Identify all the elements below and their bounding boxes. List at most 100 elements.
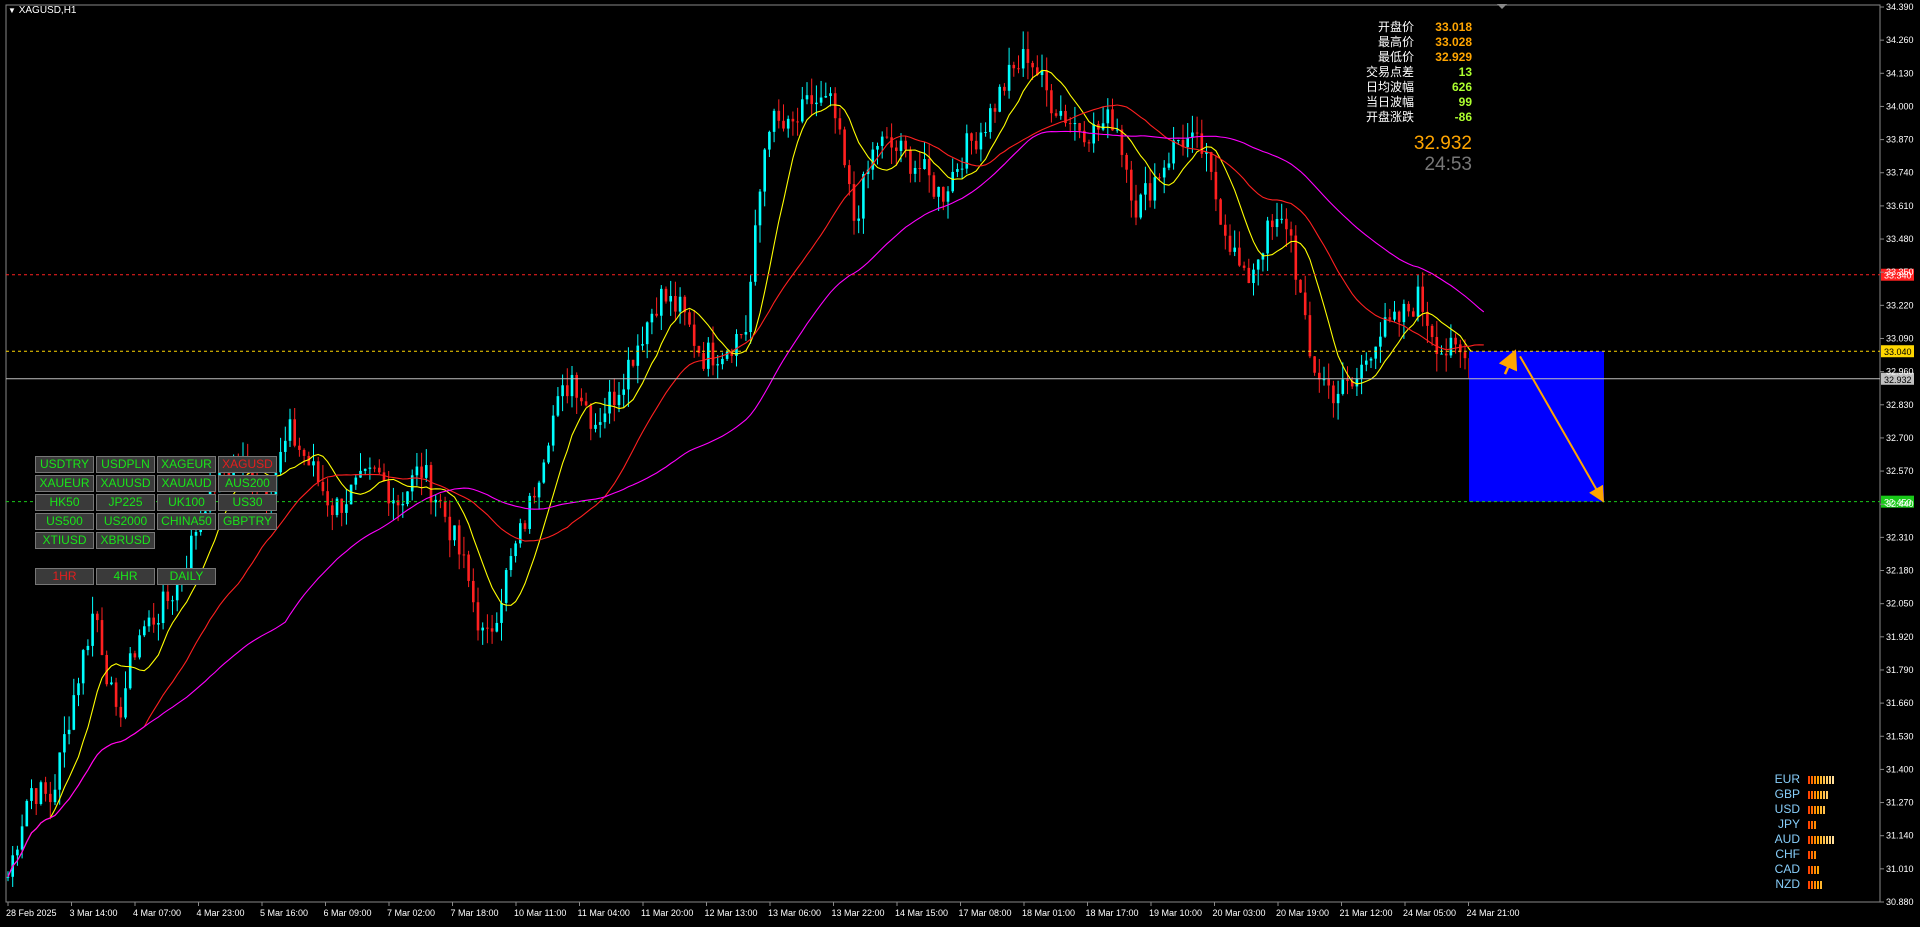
candle-body (1412, 311, 1415, 317)
candle-body (688, 312, 691, 325)
strength-currency-label: EUR (1774, 772, 1800, 786)
candle-body (1045, 70, 1048, 91)
candle-body (1426, 311, 1429, 326)
candle-body (1402, 303, 1406, 323)
symbol-button-us500[interactable]: US500 (35, 513, 94, 530)
candle-body (1346, 379, 1349, 381)
candle-body (476, 602, 480, 631)
y-tick-label: 32.050 (1886, 599, 1914, 609)
candle-body (1280, 218, 1283, 220)
x-tick-label: 11 Mar 04:00 (578, 908, 630, 918)
symbol-button-gbptry[interactable]: GBPTRY (218, 513, 277, 530)
candle-body (739, 334, 743, 336)
candle-body (650, 313, 654, 323)
symbol-button-china50[interactable]: CHINA50 (157, 513, 216, 530)
strength-bar (1814, 775, 1816, 784)
candle-body (1111, 109, 1114, 131)
symbol-button-xageur[interactable]: XAGEUR (157, 456, 216, 473)
strength-bar (1823, 790, 1825, 799)
candle-body (960, 168, 964, 170)
strength-bar (1811, 835, 1813, 844)
candle-body (758, 191, 762, 226)
strength-row-gbp: GBP (1772, 787, 1834, 802)
x-tick-label: 10 Mar 11:00 (514, 908, 566, 918)
symbol-button-usdpln[interactable]: USDPLN (96, 456, 155, 473)
symbol-button-xaueur[interactable]: XAUEUR (35, 475, 94, 492)
strength-bars (1808, 820, 1816, 829)
candle-body (603, 413, 607, 423)
candle-body (984, 132, 987, 134)
info-value: -86 (1454, 110, 1472, 124)
symbol-button-aus200[interactable]: AUS200 (218, 475, 277, 492)
candle-body (1463, 352, 1467, 359)
symbol-button-hk50[interactable]: HK50 (35, 494, 94, 511)
candle-body (307, 455, 311, 466)
candle-body (838, 118, 842, 130)
candle-body (598, 422, 602, 425)
menu-triangle-icon[interactable]: ▼ (8, 6, 16, 15)
candle-body (326, 491, 329, 506)
strength-bar (1820, 805, 1822, 814)
x-tick-label: 19 Mar 10:00 (1149, 908, 1202, 918)
x-tick-label: 24 Mar 05:00 (1403, 908, 1456, 918)
candle-body (1219, 199, 1222, 225)
candle-body (763, 149, 766, 192)
candle-body (580, 397, 583, 402)
timeframe-button-daily[interactable]: DAILY (157, 568, 216, 585)
candle-body (1242, 265, 1246, 268)
x-tick-label: 4 Mar 23:00 (197, 908, 245, 918)
candle-body (396, 500, 400, 506)
symbol-button-uk100[interactable]: UK100 (157, 494, 216, 511)
y-tick-label: 34.000 (1886, 101, 1914, 111)
strength-row-aud: AUD (1772, 832, 1834, 847)
candle-body (810, 95, 813, 105)
x-tick-label: 28 Feb 2025 (6, 908, 57, 918)
candle-body (627, 359, 630, 390)
strength-bars (1808, 865, 1819, 874)
candle-body (128, 653, 132, 689)
candle-body (1444, 353, 1448, 356)
info-label: 最低价 (1377, 50, 1414, 64)
candle-body (363, 468, 367, 471)
symbol-button-xagusd[interactable]: XAGUSD (218, 456, 277, 473)
candle-body (735, 334, 738, 356)
symbol-button-xtiusd[interactable]: XTIUSD (35, 532, 94, 549)
info-label: 开盘价 (1377, 20, 1414, 34)
candle-body (843, 129, 846, 166)
candle-body (923, 159, 926, 170)
candle-body (1059, 110, 1063, 116)
candle-body (345, 504, 348, 513)
x-tick-label: 12 Mar 13:00 (705, 908, 758, 918)
candle-body (528, 495, 531, 529)
symbol-button-xauaud[interactable]: XAUAUD (157, 475, 216, 492)
strength-bar (1811, 805, 1813, 814)
strength-bar (1808, 775, 1810, 784)
candle-body (439, 499, 442, 502)
candle-body (443, 501, 447, 517)
symbol-button-us2000[interactable]: US2000 (96, 513, 155, 530)
candle-body (645, 322, 649, 345)
candle-body (53, 789, 57, 803)
strength-bar (1817, 805, 1819, 814)
symbol-button-usdtry[interactable]: USDTRY (35, 456, 94, 473)
strength-bar (1811, 820, 1813, 829)
strength-bars (1808, 880, 1822, 889)
symbol-button-xauusd[interactable]: XAUUSD (96, 475, 155, 492)
symbol-button-jp225[interactable]: JP225 (96, 494, 155, 511)
price-chart[interactable]: 33.34033.04032.93232.45034.39034.26034.1… (0, 0, 1920, 927)
symbol-button-xbrusd[interactable]: XBRUSD (96, 532, 155, 549)
candle-body (1289, 229, 1293, 236)
candle-body (1313, 356, 1316, 373)
candle-body (1336, 393, 1340, 404)
candle-body (744, 332, 748, 335)
strength-bar (1820, 880, 1822, 889)
candle-body (1139, 194, 1142, 218)
candle-body (824, 96, 828, 98)
strength-currency-label: CHF (1775, 847, 1800, 861)
symbol-button-us30[interactable]: US30 (218, 494, 277, 511)
strength-bar (1826, 835, 1828, 844)
timeframe-button-4hr[interactable]: 4HR (96, 568, 155, 585)
candle-body (1374, 346, 1377, 359)
y-tick-label: 31.660 (1886, 698, 1914, 708)
timeframe-button-1hr[interactable]: 1HR (35, 568, 94, 585)
